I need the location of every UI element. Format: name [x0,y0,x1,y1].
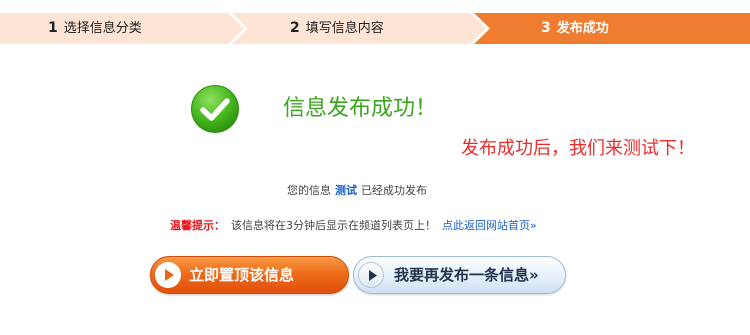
check-circle-icon [191,85,239,133]
published-item-name: 测试 [335,184,357,197]
step-2-number: 2 [290,20,300,36]
step-1-label: 选择信息分类 [63,21,142,36]
pin-listing-button[interactable]: 立即置顶该信息 [150,256,349,294]
test-annotation: 发布成功后，我们来测试下！ [461,138,695,159]
publish-status-suffix: 已经成功发布 [361,184,427,197]
step-1-number: 1 [48,20,58,36]
tip-notice: 温馨提示： 该信息将在3分钟后显示在频道列表页上！ 点此返回网站首页» [170,218,537,234]
step-3-background [474,13,750,44]
return-home-link[interactable]: 点此返回网站首页» [442,219,537,232]
step-2: 2 填写信息内容 [290,13,384,44]
play-icon [358,262,384,288]
step-1: 1 选择信息分类 [48,13,142,44]
step-2-label: 填写信息内容 [305,21,384,36]
post-another-button[interactable]: 我要再发布一条信息» [353,256,566,294]
play-icon [155,262,181,288]
success-title: 信息发布成功！ [283,96,438,121]
step-progress-bar: 1 选择信息分类 2 填写信息内容 3 发布成功 [0,13,750,44]
publish-status: 您的信息 测试 已经成功发布 [287,183,427,199]
step-3-number: 3 [541,20,551,36]
publish-status-prefix: 您的信息 [287,184,331,197]
post-another-label: 我要再发布一条信息» [394,266,539,284]
step-3-label: 发布成功 [556,21,609,36]
tip-text: 该信息将在3分钟后显示在频道列表页上！ [231,219,436,232]
pin-listing-label: 立即置顶该信息 [189,266,295,284]
step-3-current: 3 发布成功 [541,13,609,44]
tip-label: 温馨提示： [170,219,225,232]
